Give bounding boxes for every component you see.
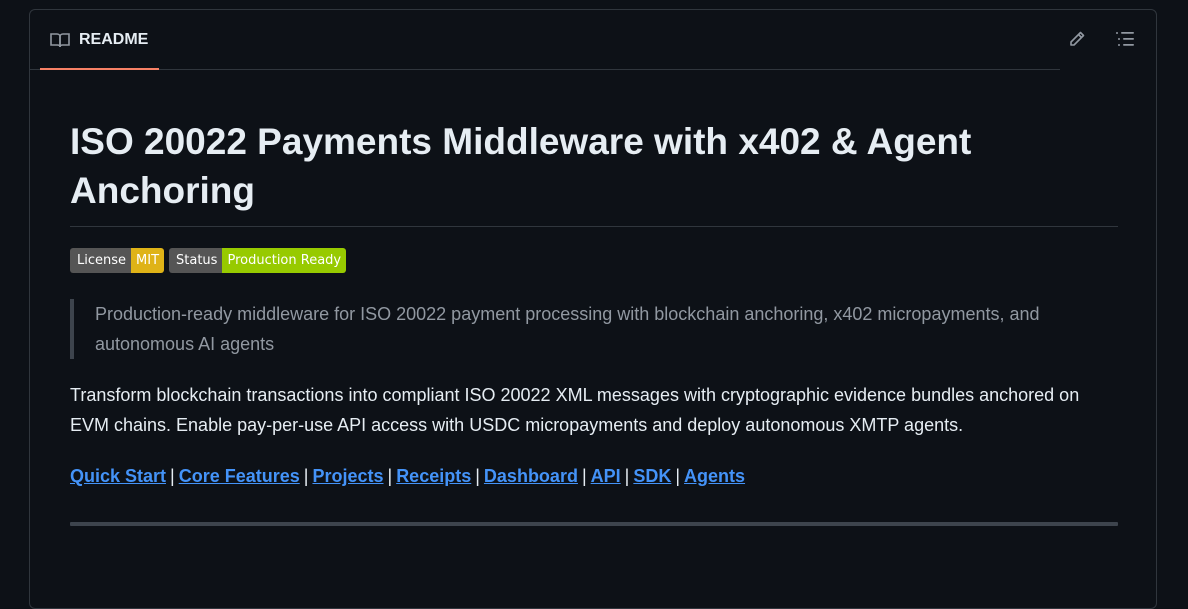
badge-label: License bbox=[70, 248, 132, 273]
readme-tab[interactable]: README bbox=[40, 10, 159, 70]
summary-quote: Production-ready middleware for ISO 2002… bbox=[70, 299, 1118, 359]
nav-links: Quick Start | Core Features | Projects | Recei… bbox=[70, 461, 1118, 491]
link-separator: | bbox=[170, 466, 175, 486]
intro-paragraph: Transform blockchain transactions into c… bbox=[70, 385, 1080, 435]
outline-button[interactable] bbox=[1114, 28, 1136, 50]
link-separator: | bbox=[475, 466, 480, 486]
status-badge[interactable]: Status Production Ready bbox=[169, 248, 347, 273]
link-quick-start[interactable]: Quick Start bbox=[70, 466, 166, 486]
badge-value: MIT bbox=[131, 248, 165, 273]
pencil-icon bbox=[1068, 30, 1086, 48]
link-separator: | bbox=[303, 466, 309, 486]
readme-content: ISO 20022 Payments Middleware with x402 … bbox=[70, 70, 1118, 526]
link-separator: | bbox=[675, 466, 681, 486]
link-sdk[interactable]: SDK bbox=[633, 466, 671, 486]
link-projects[interactable]: Projects bbox=[312, 466, 383, 486]
link-agents[interactable]: Agents bbox=[684, 466, 745, 486]
link-dashboard[interactable]: Dashboard bbox=[484, 466, 578, 486]
page-title: ISO 20022 Payments Middleware with x402 … bbox=[70, 117, 1118, 227]
badge-value: Production Ready bbox=[222, 248, 347, 273]
horizontal-rule bbox=[70, 522, 1118, 526]
link-core-features[interactable]: Core Features bbox=[179, 466, 300, 486]
edit-button[interactable] bbox=[1066, 28, 1088, 50]
readme-header: README bbox=[30, 10, 1060, 70]
badge-row: License MIT Status Production Ready bbox=[70, 248, 1118, 273]
license-badge[interactable]: License MIT bbox=[70, 248, 165, 273]
readme-tab-label: README bbox=[79, 30, 149, 48]
badge-label: Status bbox=[169, 248, 223, 273]
link-separator: | bbox=[624, 466, 630, 486]
link-receipts[interactable]: Receipts bbox=[396, 466, 471, 486]
link-api[interactable]: API bbox=[591, 466, 621, 486]
readme-panel: README ISO 20022 Payments Middleware wit… bbox=[29, 9, 1157, 609]
link-separator: | bbox=[581, 466, 587, 486]
link-separator: | bbox=[387, 466, 393, 486]
list-icon bbox=[1115, 30, 1135, 48]
readme-actions bbox=[1066, 28, 1136, 50]
book-icon bbox=[50, 32, 70, 48]
